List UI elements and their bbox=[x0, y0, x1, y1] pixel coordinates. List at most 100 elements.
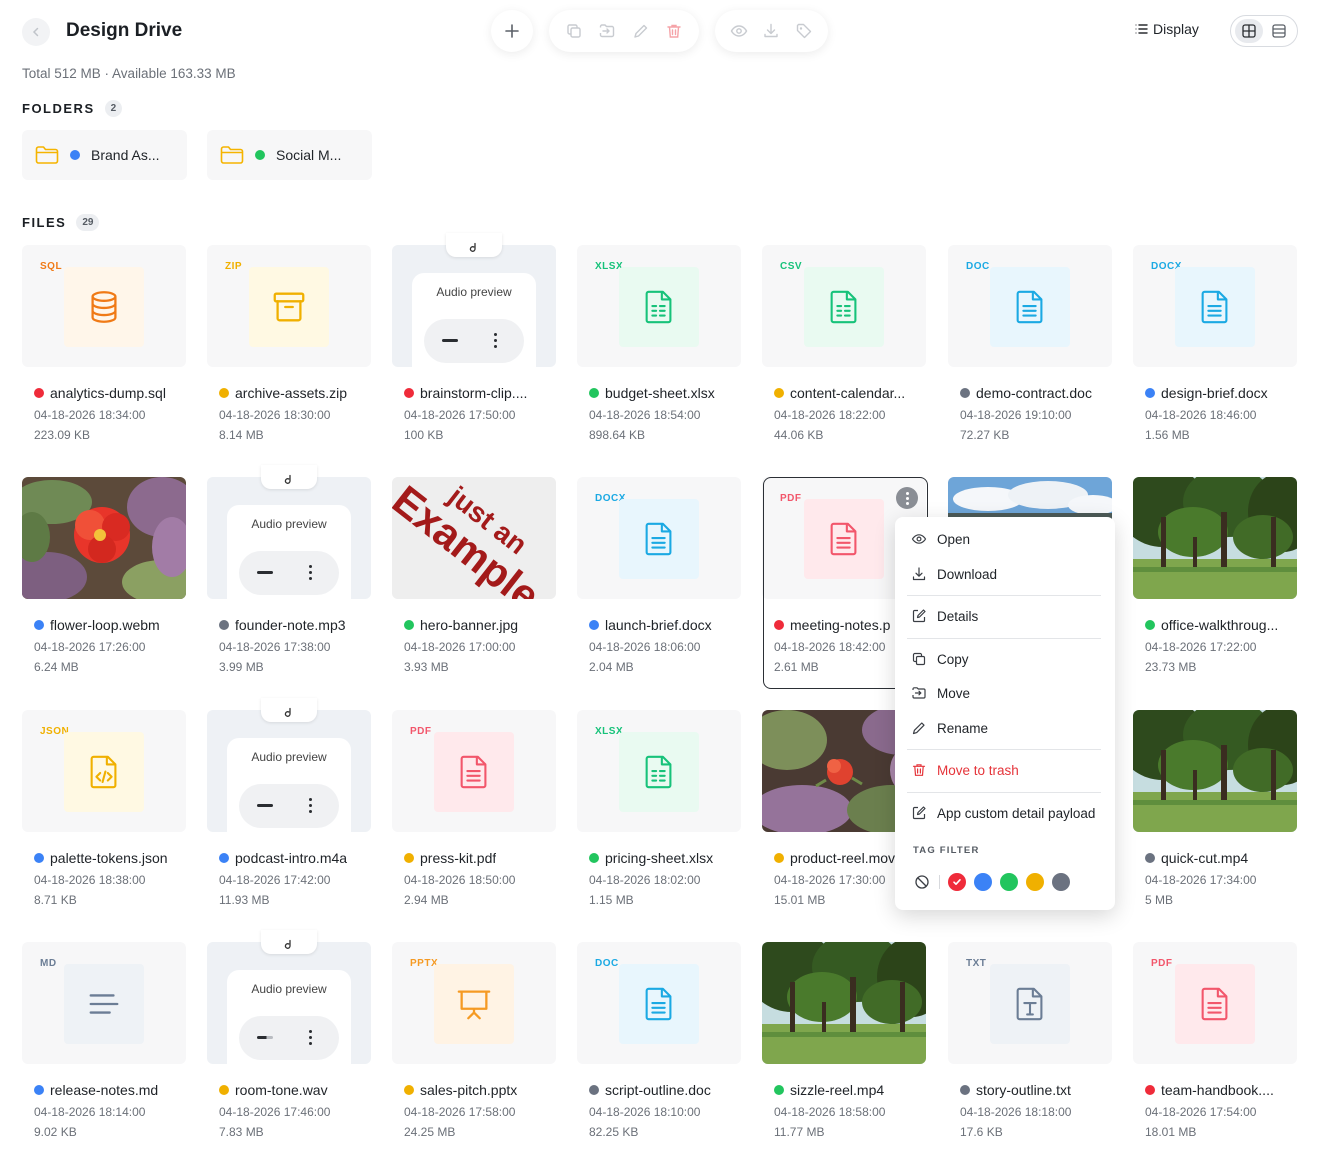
file-card[interactable]: PDF press-kit.pdf 04-18-2026 18:50:00 2.94… bbox=[392, 710, 556, 922]
audio-more-icon[interactable] bbox=[309, 565, 313, 580]
file-card[interactable]: DOCX design-brief.docx 04-18-2026 18:46:0… bbox=[1133, 245, 1297, 457]
file-card[interactable]: quick-cut.mp4 04-18-2026 17:34:00 5 MB bbox=[1133, 710, 1297, 922]
file-card[interactable]: office-walkthroug... 04-18-2026 17:22:00 2… bbox=[1133, 477, 1297, 689]
audio-more-icon[interactable] bbox=[309, 798, 313, 813]
menu-item-move[interactable]: Move bbox=[911, 685, 970, 701]
file-card[interactable]: PPTX sales-pitch.pptx 04-18-2026 17:58:00… bbox=[392, 942, 556, 1154]
files-heading: FILES 29 bbox=[22, 214, 100, 231]
file-extension-tag: TXT bbox=[966, 958, 987, 969]
document-icon bbox=[619, 964, 699, 1044]
file-name-text: office-walkthroug... bbox=[1161, 617, 1279, 633]
add-button[interactable] bbox=[499, 18, 525, 44]
clear-tag-button[interactable] bbox=[913, 873, 931, 891]
file-card[interactable]: Audio preview brainstorm-clip.... 04-18-2… bbox=[392, 233, 556, 457]
file-name-text: archive-assets.zip bbox=[235, 385, 348, 401]
display-menu-button[interactable]: Display bbox=[1134, 21, 1199, 37]
file-date: 04-18-2026 18:38:00 bbox=[34, 873, 146, 887]
menu-item-custom-payload[interactable]: App custom detail payload bbox=[911, 805, 1095, 821]
audio-more-icon[interactable] bbox=[494, 333, 498, 348]
file-size: 24.25 MB bbox=[404, 1125, 456, 1139]
file-name: design-brief.docx bbox=[1145, 385, 1268, 401]
file-card[interactable]: XLSX budget-sheet.xlsx 04-18-2026 18:54:0… bbox=[577, 245, 741, 457]
file-card[interactable]: DOC script-outline.doc 04-18-2026 18:10:0… bbox=[577, 942, 741, 1154]
menu-item-download[interactable]: Download bbox=[911, 566, 997, 582]
folder-icon bbox=[220, 146, 244, 164]
file-card[interactable]: Audio preview room-tone.wav 04-18-2026 17… bbox=[207, 930, 371, 1154]
audio-progress-icon bbox=[257, 804, 273, 807]
audio-more-icon[interactable] bbox=[309, 1030, 313, 1045]
menu-item-label: Open bbox=[937, 531, 971, 547]
file-name: product-reel.mov bbox=[774, 850, 895, 866]
file-name-text: brainstorm-clip.... bbox=[420, 385, 528, 401]
file-card[interactable]: SQL analytics-dump.sql 04-18-2026 18:34:0… bbox=[22, 245, 186, 457]
tag-color-gray[interactable] bbox=[1052, 873, 1070, 891]
file-card[interactable]: DOCX launch-brief.docx 04-18-2026 18:06:0… bbox=[577, 477, 741, 689]
menu-item-copy[interactable]: Copy bbox=[911, 651, 969, 667]
menu-item-label: Copy bbox=[937, 651, 969, 667]
file-name: demo-contract.doc bbox=[960, 385, 1092, 401]
file-tag-dot bbox=[404, 388, 414, 398]
file-card[interactable]: MD release-notes.md 04-18-2026 18:14:00 9.… bbox=[22, 942, 186, 1154]
file-card[interactable]: sizzle-reel.mp4 04-18-2026 18:58:00 11.77 … bbox=[762, 942, 926, 1154]
folder-name: Social M... bbox=[276, 147, 342, 163]
list-view-button[interactable] bbox=[1265, 19, 1293, 43]
file-card[interactable]: Audio preview founder-note.mp3 04-18-2026… bbox=[207, 465, 371, 689]
file-card[interactable]: XLSX pricing-sheet.xlsx 04-18-2026 18:02:… bbox=[577, 710, 741, 922]
back-button[interactable] bbox=[22, 18, 50, 46]
file-extension-tag: SQL bbox=[40, 261, 63, 272]
menu-item-label: Details bbox=[937, 608, 979, 624]
grid-icon bbox=[1242, 24, 1256, 38]
move-button[interactable] bbox=[594, 18, 620, 44]
preview-button[interactable] bbox=[726, 18, 752, 44]
pencil-icon bbox=[912, 722, 925, 735]
grid-view-button[interactable] bbox=[1235, 19, 1263, 43]
file-card[interactable]: TXT story-outline.txt 04-18-2026 18:18:00… bbox=[948, 942, 1112, 1154]
file-card[interactable]: JSON palette-tokens.json 04-18-2026 18:38… bbox=[22, 710, 186, 922]
folder-item[interactable]: Brand As... bbox=[22, 130, 187, 180]
storage-summary: Total 512 MB · Available 163.33 MB bbox=[22, 66, 236, 81]
file-name-text: design-brief.docx bbox=[1161, 385, 1268, 401]
move-icon bbox=[600, 24, 615, 38]
file-thumbnail: MD bbox=[22, 942, 186, 1064]
audio-player[interactable] bbox=[239, 1016, 339, 1060]
menu-item-open[interactable]: Open bbox=[911, 531, 970, 547]
file-card[interactable]: just an Example hero-banner.jpg 04-18-202… bbox=[392, 477, 556, 689]
menu-item-rename[interactable]: Rename bbox=[911, 720, 988, 736]
tag-color-green[interactable] bbox=[1000, 873, 1018, 891]
audio-player[interactable] bbox=[239, 784, 339, 828]
menu-item-label: Download bbox=[937, 566, 998, 582]
menu-item-details[interactable]: Details bbox=[911, 608, 978, 624]
menu-item-move-to-trash[interactable]: Move to trash bbox=[911, 762, 1019, 778]
audio-knob bbox=[261, 698, 317, 722]
file-card[interactable]: CSV content-calendar... 04-18-2026 18:22:… bbox=[762, 245, 926, 457]
tag-color-blue[interactable] bbox=[974, 873, 992, 891]
file-card[interactable]: PDF team-handbook.... 04-18-2026 17:54:00… bbox=[1133, 942, 1297, 1154]
copy-button[interactable] bbox=[561, 18, 587, 44]
file-name-text: team-handbook.... bbox=[1161, 1082, 1274, 1098]
file-card[interactable]: ZIP archive-assets.zip 04-18-2026 18:30:0… bbox=[207, 245, 371, 457]
trash-button[interactable] bbox=[661, 18, 687, 44]
pencil-icon bbox=[634, 24, 647, 38]
file-thumbnail: Audio preview bbox=[392, 233, 556, 383]
file-card[interactable]: DOC demo-contract.doc 04-18-2026 19:10:00… bbox=[948, 245, 1112, 457]
document-icon bbox=[990, 267, 1070, 347]
audio-player[interactable] bbox=[239, 551, 339, 595]
file-card[interactable]: Audio preview podcast-intro.m4a 04-18-202… bbox=[207, 698, 371, 922]
card-more-button[interactable] bbox=[896, 487, 918, 509]
rename-button[interactable] bbox=[628, 18, 654, 44]
file-name: sales-pitch.pptx bbox=[404, 1082, 517, 1098]
audio-player[interactable] bbox=[424, 319, 524, 363]
tag-button[interactable] bbox=[791, 18, 817, 44]
media-thumbnail bbox=[1133, 710, 1297, 832]
file-date: 04-18-2026 17:50:00 bbox=[404, 408, 516, 422]
file-date: 04-18-2026 17:00:00 bbox=[404, 640, 516, 654]
file-thumbnail: PPTX bbox=[392, 942, 556, 1064]
tag-color-yellow[interactable] bbox=[1026, 873, 1044, 891]
eye-icon bbox=[730, 25, 748, 37]
file-tag-dot bbox=[219, 1085, 229, 1095]
folder-item[interactable]: Social M... bbox=[207, 130, 372, 180]
tag-color-red[interactable] bbox=[948, 873, 966, 891]
file-card[interactable]: flower-loop.webm 04-18-2026 17:26:00 6.24 … bbox=[22, 477, 186, 689]
download-button[interactable] bbox=[758, 18, 784, 44]
file-date: 04-18-2026 17:38:00 bbox=[219, 640, 331, 654]
